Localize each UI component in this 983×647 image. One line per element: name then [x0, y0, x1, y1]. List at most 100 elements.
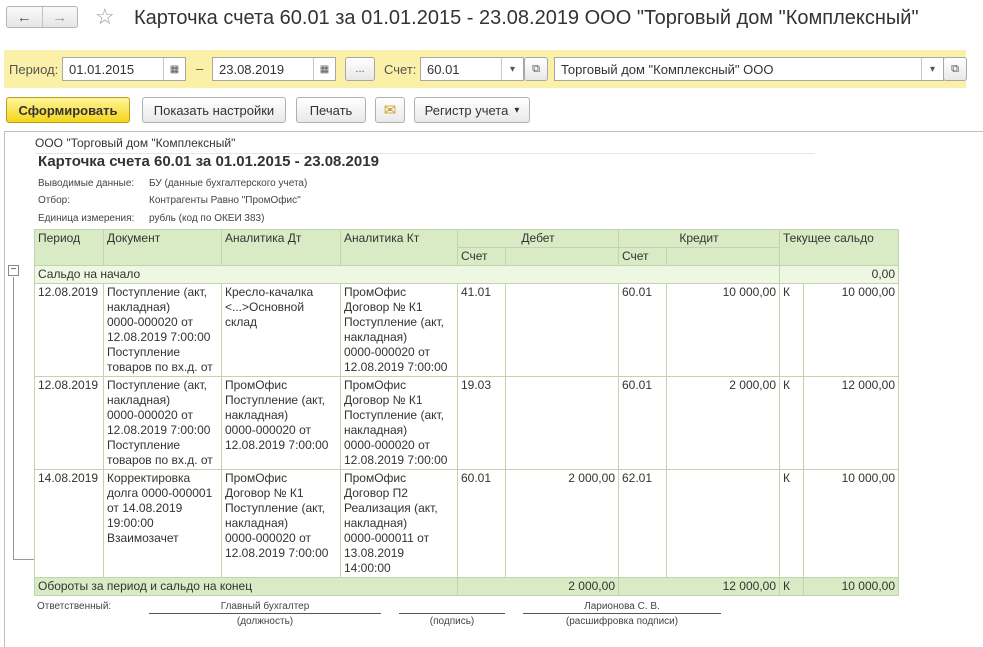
name-value: Ларионова С. В.: [584, 601, 660, 612]
account-label: Счет:: [384, 62, 417, 77]
column-header: [505, 247, 619, 266]
back-icon[interactable]: ←: [7, 7, 42, 27]
group-line-end: [13, 559, 35, 560]
meta-label: Отбор:: [38, 195, 70, 206]
favorite-star-icon[interactable]: ☆: [95, 4, 115, 30]
chevron-down-icon[interactable]: ▾: [501, 58, 523, 80]
name-caption: (расшифровка подписи): [565, 616, 679, 627]
organization-field[interactable]: Торговый дом "Комплексный" ООО ▾: [554, 57, 944, 81]
organization-value: Торговый дом "Комплексный" ООО: [561, 62, 774, 77]
accounting-register-label: Регистр учета: [424, 102, 509, 118]
column-header: Период: [34, 229, 104, 266]
period-to-value: 23.08.2019: [219, 62, 285, 77]
cell-credit-account: 62.01: [618, 469, 667, 578]
position-line: [149, 613, 381, 614]
cell-debit-amount: [505, 283, 619, 377]
cell-credit-amount: [666, 469, 780, 578]
column-header: Счет: [457, 247, 506, 266]
cell-analytics-dt: Кресло-качалка <...>Основной склад: [221, 283, 341, 377]
cell-credit-account: 60.01: [618, 376, 667, 470]
column-header: Текущее сальдо: [779, 229, 899, 266]
report-title: Карточка счета 60.01 за 01.01.2015 - 23.…: [38, 153, 379, 170]
cell-balance-type: К: [779, 283, 804, 377]
report-sheet[interactable]: − ООО "Торговый дом "Комплексный" Карточ…: [4, 131, 983, 647]
column-header: [666, 247, 780, 266]
table-row[interactable]: 12.08.2019 Поступление (акт, накладная) …: [34, 283, 899, 377]
cell-document[interactable]: Корректировка долга 0000-000001 от 14.08…: [103, 469, 222, 578]
cell-balance-amount: 12 000,00: [803, 376, 899, 470]
signature-caption: (подпись): [429, 616, 475, 627]
chevron-down-icon[interactable]: ▾: [921, 58, 943, 80]
meta-value: БУ (данные бухгалтерского учета): [149, 178, 308, 189]
cell-balance-amount: 10 000,00: [803, 469, 899, 578]
period-dash: –: [196, 61, 204, 76]
opening-balance-row[interactable]: Сальдо на начало 0,00: [34, 265, 899, 284]
calendar-icon[interactable]: ▦: [163, 58, 185, 80]
nav-buttons: ← →: [6, 6, 78, 28]
cell-document[interactable]: Поступление (акт, накладная) 0000-000020…: [103, 283, 222, 377]
totals-debit: 2 000,00: [457, 577, 619, 596]
window-title: Карточка счета 60.01 за 01.01.2015 - 23.…: [134, 7, 919, 29]
table-row[interactable]: 14.08.2019 Корректировка долга 0000-0000…: [34, 469, 899, 578]
accounting-register-button[interactable]: Регистр учета ▾: [414, 97, 530, 123]
cell-balance-amount: 10 000,00: [803, 283, 899, 377]
opening-balance-label: Сальдо на начало: [34, 265, 780, 284]
cell-period: 12.08.2019: [34, 376, 104, 470]
cell-period: 14.08.2019: [34, 469, 104, 578]
signature-line: [399, 613, 505, 614]
position-caption: (должность): [236, 616, 294, 627]
cell-analytics-kt: ПромОфис Договор № К1 Поступление (акт, …: [340, 376, 458, 470]
totals-balance: 10 000,00: [803, 577, 899, 596]
cell-analytics-kt: ПромОфис Договор № К1 Поступление (акт, …: [340, 283, 458, 377]
account-field[interactable]: 60.01 ▾: [420, 57, 524, 81]
period-from-field[interactable]: 01.01.2015 ▦: [62, 57, 186, 81]
cell-analytics-dt: ПромОфис Договор № К1 Поступление (акт, …: [221, 469, 341, 578]
open-icon[interactable]: ⧉: [943, 57, 967, 81]
table-row[interactable]: 12.08.2019 Поступление (акт, накладная) …: [34, 376, 899, 470]
cell-analytics-kt: ПромОфис Договор П2 Реализация (акт, нак…: [340, 469, 458, 578]
totals-credit: 12 000,00: [618, 577, 780, 596]
filter-panel: Период: 01.01.2015 ▦ – 23.08.2019 ▦ ... …: [4, 50, 967, 88]
period-select-button[interactable]: ...: [345, 57, 375, 81]
name-line: [523, 613, 721, 614]
position-value: Главный бухгалтер: [220, 601, 310, 612]
cell-analytics-dt: ПромОфис Поступление (акт, накладная) 00…: [221, 376, 341, 470]
account-value: 60.01: [427, 62, 460, 77]
cell-debit-account: 19.03: [457, 376, 506, 470]
meta-label: Единица измерения:: [38, 213, 135, 224]
column-header: Документ: [103, 229, 222, 266]
cell-balance-type: К: [779, 376, 804, 470]
chevron-down-icon: ▾: [514, 104, 520, 116]
column-header: Аналитика Кт: [340, 229, 458, 266]
meta-value: рубль (код по ОКЕИ 383): [149, 213, 265, 224]
mail-icon[interactable]: ✉: [375, 97, 405, 123]
responsible-label: Ответственный:: [37, 601, 112, 612]
forward-icon[interactable]: →: [41, 7, 78, 27]
cell-credit-amount: 2 000,00: [666, 376, 780, 470]
cell-balance-type: К: [779, 469, 804, 578]
period-to-field[interactable]: 23.08.2019 ▦: [212, 57, 336, 81]
collapse-icon[interactable]: −: [8, 265, 19, 276]
cell-debit-account: 41.01: [457, 283, 506, 377]
period-from-value: 01.01.2015: [69, 62, 135, 77]
report-organization: ООО "Торговый дом "Комплексный": [35, 136, 815, 154]
cell-debit-account: 60.01: [457, 469, 506, 578]
cell-credit-account: 60.01: [618, 283, 667, 377]
cell-debit-amount: 2 000,00: [505, 469, 619, 578]
calendar-icon[interactable]: ▦: [313, 58, 335, 80]
totals-balance-type: К: [779, 577, 804, 596]
totals-label: Обороты за период и сальдо на конец: [34, 577, 458, 596]
print-button[interactable]: Печать: [296, 97, 366, 123]
totals-row[interactable]: Обороты за период и сальдо на конец 2 00…: [34, 577, 899, 596]
open-icon[interactable]: ⧉: [524, 57, 548, 81]
cell-document[interactable]: Поступление (акт, накладная) 0000-000020…: [103, 376, 222, 470]
generate-button[interactable]: Сформировать: [6, 97, 130, 123]
account-card-table: Период Документ Аналитика Дт Аналитика К…: [34, 229, 899, 596]
period-label: Период:: [9, 62, 59, 77]
table-header-row: Период Документ Аналитика Дт Аналитика К…: [34, 229, 899, 266]
show-settings-button[interactable]: Показать настройки: [142, 97, 286, 123]
meta-label: Выводимые данные:: [38, 178, 135, 189]
column-header: Дебет: [457, 229, 619, 248]
meta-value: Контрагенты Равно "ПромОфис": [149, 195, 301, 206]
group-line: [13, 277, 14, 560]
